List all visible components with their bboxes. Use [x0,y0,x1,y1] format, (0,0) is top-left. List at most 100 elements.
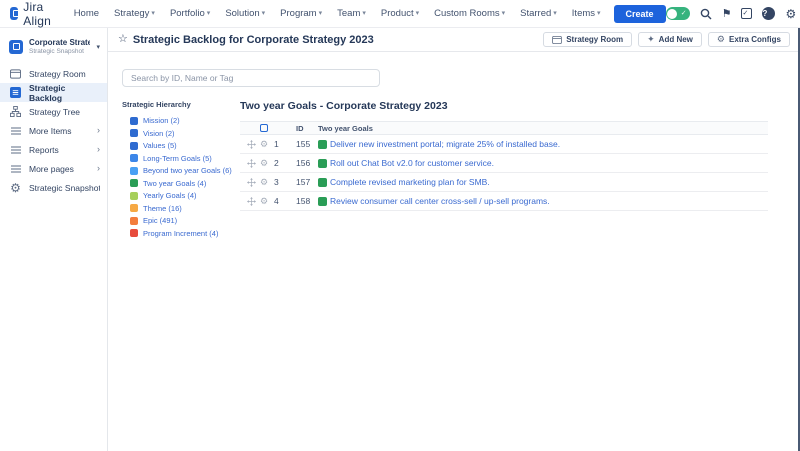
blue-grid-icon[interactable] [260,124,268,132]
sidebar: Corporate Strate... Strategic Snapshot ▾… [0,28,108,451]
menu-item-team[interactable]: Team▾ [337,8,366,19]
hierarchy-item-vision[interactable]: Vision (2) [130,129,236,138]
chevron-right-icon: › [97,126,100,135]
menu-item-solution[interactable]: Solution▾ [225,8,265,19]
column-header-goals[interactable]: Two year Goals [318,124,768,133]
page-title: Strategic Backlog for Corporate Strategy… [133,34,374,46]
help-icon[interactable]: ? [762,7,775,20]
snapshot-title: Corporate Strate... [29,38,90,47]
color-swatch [130,167,138,175]
chevron-down-icon[interactable]: ▾ [96,43,100,51]
goals-table: Two year Goals - Corporate Strategy 2023… [240,100,768,238]
chevron-down-icon: ▾ [553,10,557,17]
sidebar-nav: Strategy Room Strategic Backlog Strategy… [0,64,107,197]
window-icon [552,36,562,44]
menu-item-strategy[interactable]: Strategy▾ [114,8,155,19]
drag-handle-icon[interactable] [247,140,256,149]
gear-icon[interactable]: ⚙ [785,8,796,20]
chevron-down-icon: ▾ [362,10,366,17]
chevron-down-icon: ▾ [416,10,420,17]
window-icon [10,69,21,79]
create-button[interactable]: Create [614,5,666,23]
nav-toggle-on[interactable]: ✓ [666,7,690,20]
goal-color-swatch [318,197,327,206]
plus-icon: ✦ [647,35,655,44]
strategy-room-button[interactable]: Strategy Room [543,32,632,47]
row-id: 155 [296,139,314,149]
jira-align-logo-text: Jira Align [23,0,55,28]
sidebar-item-strategy-room[interactable]: Strategy Room [0,64,107,83]
chevron-down-icon: ▾ [597,10,601,17]
hierarchy-item-beyond-two-year-goals[interactable]: Beyond two year Goals (6) [130,166,236,175]
hierarchy-item-two-year-goals[interactable]: Two year Goals (4) [130,179,236,188]
hierarchy-title: Strategic Hierarchy [122,100,236,109]
color-swatch [130,204,138,212]
hierarchy-item-long-term-goals[interactable]: Long-Term Goals (5) [130,154,236,163]
sidebar-item-strategy-tree[interactable]: Strategy Tree [0,102,107,121]
favorite-star-icon[interactable]: ☆ [118,34,128,45]
menu-item-starred[interactable]: Starred▾ [520,8,557,19]
table-row: ⚙ 2 156 Roll out Chat Bot v2.0 for custo… [240,154,768,173]
color-swatch [130,154,138,162]
toggle-check-icon: ✓ [681,7,687,20]
flag-icon[interactable]: ⚑ [722,7,732,20]
menu-item-items[interactable]: Items▾ [572,8,601,19]
chevron-right-icon: › [97,164,100,173]
extra-configs-button[interactable]: ⚙ Extra Configs [708,32,790,47]
main-menu: Home Strategy▾ Portfolio▾ Solution▾ Prog… [74,8,601,19]
search-icon[interactable] [700,8,712,20]
sidebar-item-strategic-snapshots[interactable]: ⚙ Strategic Snapshots s... [0,178,107,197]
goal-link[interactable]: Roll out Chat Bot v2.0 for customer serv… [330,158,494,168]
menu-item-home[interactable]: Home [74,8,99,19]
row-id: 156 [296,158,314,168]
search-input[interactable] [122,69,380,87]
tree-icon [10,106,21,117]
page-header: ☆ Strategic Backlog for Corporate Strate… [108,28,800,52]
table-row: ⚙ 1 155 Deliver new investment portal; m… [240,135,768,154]
row-settings-icon[interactable]: ⚙ [260,159,270,168]
goal-color-swatch [318,178,327,187]
hierarchy-item-mission[interactable]: Mission (2) [130,116,236,125]
app-body: Corporate Strate... Strategic Snapshot ▾… [0,28,800,451]
menu-item-program[interactable]: Program▾ [280,8,322,19]
row-settings-icon[interactable]: ⚙ [260,197,270,206]
row-settings-icon[interactable]: ⚙ [260,178,270,187]
row-settings-icon[interactable]: ⚙ [260,140,270,149]
tasks-icon[interactable]: ✓ [741,8,752,19]
toggle-knob [667,9,677,19]
hierarchy-item-program-increment[interactable]: Program Increment (4) [130,229,236,238]
hierarchy-item-epic[interactable]: Epic (491) [130,216,236,225]
menu-item-product[interactable]: Product▾ [381,8,419,19]
drag-handle-icon[interactable] [247,178,256,187]
drag-handle-icon[interactable] [247,159,256,168]
menu-item-custom-rooms[interactable]: Custom Rooms▾ [434,8,505,19]
sidebar-item-strategic-backlog[interactable]: Strategic Backlog [0,83,107,102]
hierarchy-item-theme[interactable]: Theme (16) [130,204,236,213]
row-number: 4 [274,196,286,206]
goal-link[interactable]: Review consumer call center cross-sell /… [330,196,550,206]
chevron-down-icon: ▾ [262,10,266,17]
row-number: 2 [274,158,286,168]
hierarchy-item-yearly-goals[interactable]: Yearly Goals (4) [130,191,236,200]
sidebar-item-more-items[interactable]: More Items › [0,121,107,140]
table-header: ID Two year Goals [240,121,768,135]
gear-icon: ⚙ [10,182,21,194]
jira-align-logo[interactable]: Jira Align [10,0,56,28]
sidebar-item-more-pages[interactable]: More pages › [0,159,107,178]
strategic-hierarchy-panel: Strategic Hierarchy Mission (2) Vision (… [122,100,236,238]
snapshot-subtitle: Strategic Snapshot [29,48,90,55]
snapshot-selector[interactable]: Corporate Strate... Strategic Snapshot ▾ [0,35,107,64]
snapshot-tile-icon [9,40,23,54]
goal-link[interactable]: Complete revised marketing plan for SMB. [330,177,490,187]
hierarchy-item-values[interactable]: Values (5) [130,141,236,150]
sidebar-item-reports[interactable]: Reports › [0,140,107,159]
menu-item-portfolio[interactable]: Portfolio▾ [170,8,210,19]
column-header-id[interactable]: ID [296,124,314,133]
jira-align-app: Jira Align Home Strategy▾ Portfolio▾ Sol… [0,0,800,451]
chevron-down-icon: ▾ [207,10,211,17]
drag-handle-icon[interactable] [247,197,256,206]
color-swatch [130,192,138,200]
table-row: ⚙ 3 157 Complete revised marketing plan … [240,173,768,192]
goal-link[interactable]: Deliver new investment portal; migrate 2… [330,139,560,149]
add-new-button[interactable]: ✦ Add New [638,32,702,47]
